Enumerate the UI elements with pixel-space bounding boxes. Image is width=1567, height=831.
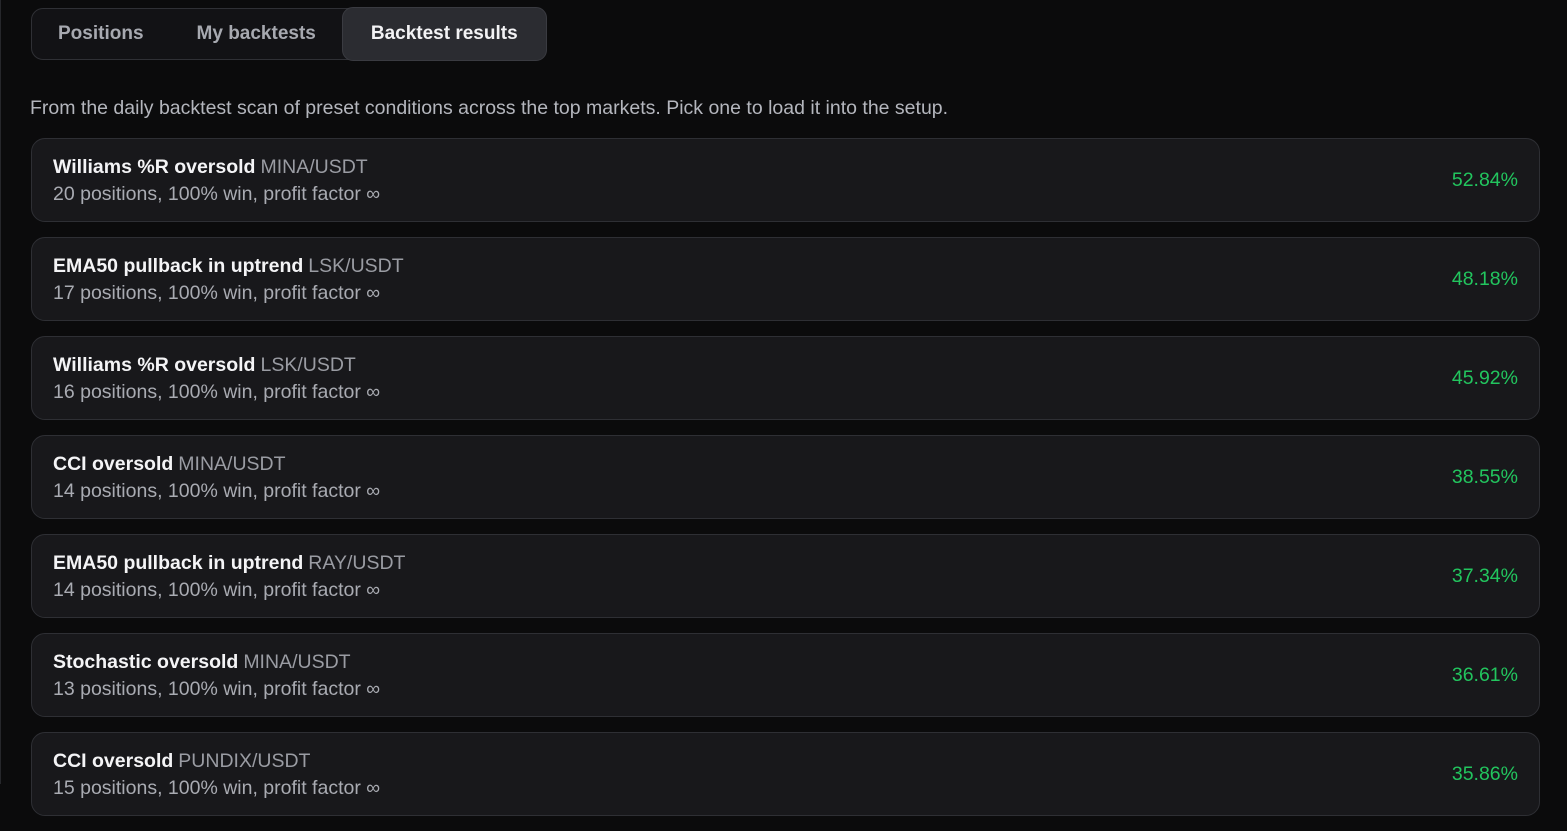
strategy-name: CCI oversold xyxy=(53,453,174,475)
result-item[interactable]: Stochastic oversold MINA/USDT 13 position… xyxy=(31,633,1540,717)
tab-positions[interactable]: Positions xyxy=(32,8,171,60)
tab-my-backtests[interactable]: My backtests xyxy=(171,8,342,60)
result-stats: 13 positions, 100% win, profit factor ∞ xyxy=(53,678,381,700)
market-pair: RAY/USDT xyxy=(308,552,406,574)
strategy-name: EMA50 pullback in uptrend xyxy=(53,552,304,574)
result-title: Williams %R oversold MINA/USDT xyxy=(53,156,368,179)
result-stats: 17 positions, 100% win, profit factor ∞ xyxy=(53,282,381,304)
tab-backtest-results[interactable]: Backtest results xyxy=(341,7,547,61)
market-pair: LSK/USDT xyxy=(308,255,404,277)
strategy-name: Williams %R oversold xyxy=(53,156,256,178)
result-return: 52.84% xyxy=(1451,169,1518,191)
result-item[interactable]: EMA50 pullback in uptrend LSK/USDT 17 pos… xyxy=(31,237,1540,321)
result-title: EMA50 pullback in uptrend RAY/USDT xyxy=(53,552,405,575)
market-pair: MINA/USDT xyxy=(260,156,368,178)
result-return: 45.92% xyxy=(1451,367,1518,389)
result-stats: 20 positions, 100% win, profit factor ∞ xyxy=(53,183,381,205)
intro-text: From the daily backtest scan of preset c… xyxy=(30,97,949,119)
result-item[interactable]: CCI oversold MINA/USDT 14 positions, 100%… xyxy=(31,435,1540,519)
result-title: Stochastic oversold MINA/USDT xyxy=(53,651,351,674)
market-pair: LSK/USDT xyxy=(260,354,356,376)
result-title: EMA50 pullback in uptrend LSK/USDT xyxy=(53,255,404,278)
result-stats: 14 positions, 100% win, profit factor ∞ xyxy=(53,480,381,502)
result-item[interactable]: CCI oversold PUNDIX/USDT 15 positions, 10… xyxy=(31,732,1540,816)
result-stats: 16 positions, 100% win, profit factor ∞ xyxy=(53,381,381,403)
result-return: 37.34% xyxy=(1451,565,1518,587)
result-title: CCI oversold MINA/USDT xyxy=(53,453,286,476)
result-return: 48.18% xyxy=(1451,268,1518,290)
strategy-name: EMA50 pullback in uptrend xyxy=(53,255,304,277)
result-return: 36.61% xyxy=(1451,664,1518,686)
market-pair: PUNDIX/USDT xyxy=(178,750,311,772)
result-return: 35.86% xyxy=(1451,763,1518,785)
result-return: 38.55% xyxy=(1451,466,1518,488)
result-item[interactable]: EMA50 pullback in uptrend RAY/USDT 14 pos… xyxy=(31,534,1540,618)
results-list: Williams %R oversold MINA/USDT 20 positio… xyxy=(31,138,1540,831)
result-stats: 15 positions, 100% win, profit factor ∞ xyxy=(53,777,381,799)
market-pair: MINA/USDT xyxy=(178,453,286,475)
market-pair: MINA/USDT xyxy=(243,651,351,673)
result-item[interactable]: Williams %R oversold MINA/USDT 20 positio… xyxy=(31,138,1540,222)
strategy-name: Stochastic oversold xyxy=(53,651,239,673)
result-title: Williams %R oversold LSK/USDT xyxy=(53,354,356,377)
panel: Positions My backtests Backtest results … xyxy=(0,0,1567,816)
result-stats: 14 positions, 100% win, profit factor ∞ xyxy=(53,579,381,601)
strategy-name: Williams %R oversold xyxy=(53,354,256,376)
result-title: CCI oversold PUNDIX/USDT xyxy=(53,750,310,773)
strategy-name: CCI oversold xyxy=(53,750,174,772)
tab-bar: Positions My backtests Backtest results xyxy=(31,7,547,61)
result-item[interactable]: Williams %R oversold LSK/USDT 16 position… xyxy=(31,336,1540,420)
